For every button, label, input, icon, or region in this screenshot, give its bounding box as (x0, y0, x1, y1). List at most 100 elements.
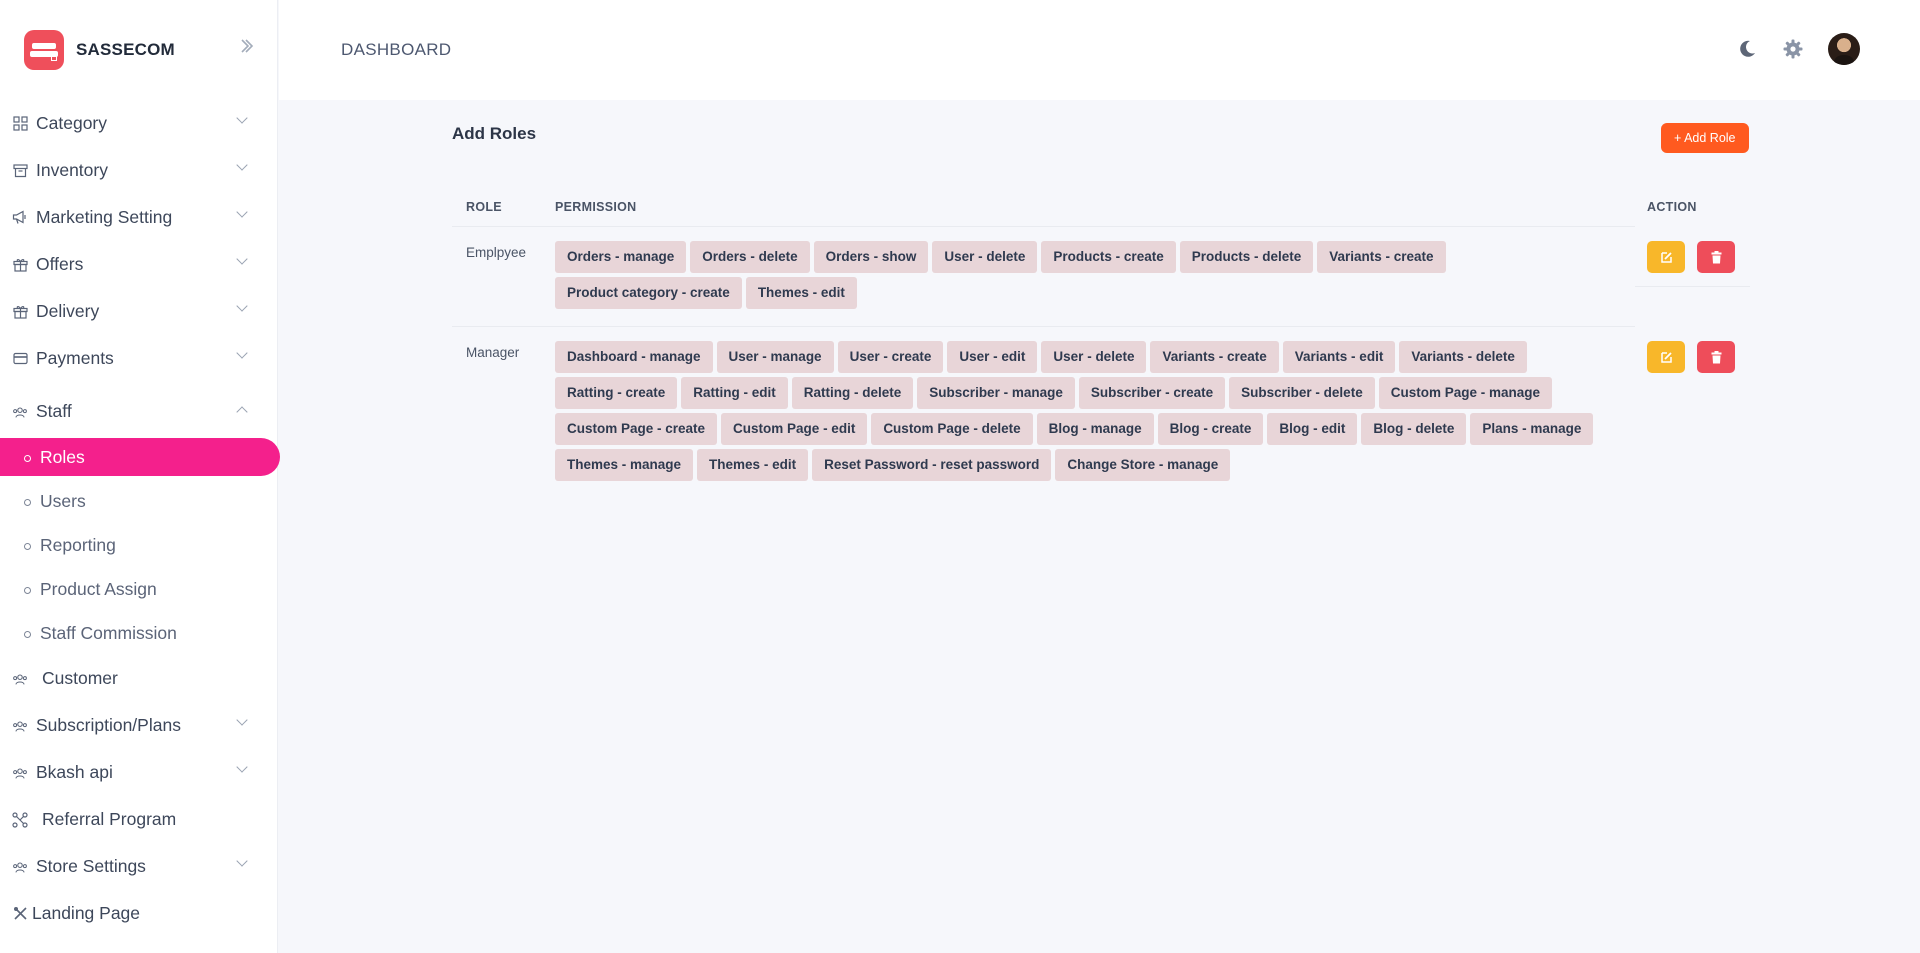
permission-chip: Products - create (1041, 241, 1176, 273)
users-icon (12, 859, 28, 875)
permission-chip: Variants - edit (1282, 341, 1396, 373)
users-icon (12, 765, 28, 781)
chevron-down-icon (236, 112, 248, 124)
delete-role-button[interactable] (1697, 241, 1735, 273)
delete-role-button[interactable] (1697, 341, 1735, 373)
gift-icon (12, 304, 28, 320)
permission-chip: Product category - create (555, 277, 742, 309)
permission-chip: User - delete (932, 241, 1038, 273)
avatar[interactable] (1828, 33, 1860, 65)
sidebar-item-customer[interactable]: Customer (0, 655, 277, 702)
brand: SASSECOM (0, 0, 277, 100)
sidebar-item-label: Store Settings (36, 856, 146, 876)
sidebar-item-label: Inventory (36, 160, 108, 180)
network-icon (12, 811, 28, 828)
sidebar-subitem-reporting[interactable]: Reporting (0, 523, 277, 567)
trash-icon (1711, 250, 1721, 263)
gift-icon (12, 257, 28, 273)
circle-icon (24, 543, 31, 550)
permission-chip: Plans - manage (1470, 413, 1594, 445)
sidebar-item-bkash-api[interactable]: Bkash api (0, 749, 277, 796)
permission-chip: Custom Page - create (555, 413, 718, 445)
sidebar-item-staff[interactable]: Staff (0, 388, 277, 435)
sidebar-subitem-label: Users (40, 490, 86, 511)
permission-chip: Orders - manage (555, 241, 687, 273)
sidebar-item-payments[interactable]: Payments (0, 335, 277, 382)
chevron-up-icon (236, 406, 248, 418)
permission-chip: Themes - edit (745, 277, 857, 309)
permission-chip: Themes - manage (555, 449, 694, 481)
permission-chip: User - edit (947, 341, 1038, 373)
sidebar-item-delivery[interactable]: Delivery (0, 288, 277, 335)
permission-chip: Variants - delete (1399, 341, 1527, 373)
chevron-down-icon (236, 714, 248, 726)
sidebar-subitem-staff-commission[interactable]: Staff Commission (0, 611, 277, 655)
tools-icon (12, 906, 28, 922)
sidebar-item-referral-program[interactable]: Referral Program (0, 796, 277, 843)
sidebar-item-label: Referral Program (42, 809, 177, 829)
permission-chip: User - delete (1041, 341, 1147, 373)
chevron-down-icon (236, 347, 248, 359)
permission-chip: User - manage (716, 341, 834, 373)
sidebar-item-label: Subscription/Plans (36, 715, 181, 735)
sidebar-item-marketing-setting[interactable]: Marketing Setting (0, 194, 277, 241)
grid-icon (12, 116, 28, 132)
sidebar: SASSECOM Category Inventory Marketing Se… (0, 0, 280, 953)
sidebar-subitem-label: Staff Commission (40, 622, 177, 643)
sidebar-item-inventory[interactable]: Inventory (0, 147, 277, 194)
column-header-role: ROLE (466, 200, 502, 214)
sidebar-subitem-product-assign[interactable]: Product Assign (0, 567, 277, 611)
sidebar-subitem-label: Roles (40, 446, 85, 467)
archive-icon (12, 163, 28, 179)
credit-card-icon (12, 351, 28, 367)
chevron-down-icon (236, 761, 248, 773)
gear-icon[interactable] (1782, 38, 1804, 65)
moon-icon[interactable] (1736, 38, 1758, 65)
brand-logo (24, 30, 64, 70)
sidebar-item-label: Delivery (36, 301, 100, 321)
column-header-action: ACTION (1647, 200, 1697, 214)
column-header-permission: PERMISSION (555, 200, 637, 214)
sidebar-item-label: Customer (42, 668, 118, 688)
permission-chip: Products - delete (1179, 241, 1314, 273)
sidebar-item-label: Landing Page (32, 903, 141, 923)
collapse-sidebar-icon[interactable] (240, 38, 254, 59)
permission-chip: Change Store - manage (1055, 449, 1231, 481)
chevron-down-icon (236, 253, 248, 265)
sidebar-item-offers[interactable]: Offers (0, 241, 277, 288)
permission-list: Dashboard - manage User - manage User - … (555, 341, 1615, 481)
sidebar-subitem-label: Reporting (40, 534, 116, 555)
trash-icon (1711, 350, 1721, 363)
page-title: DASHBOARD (341, 40, 452, 59)
sidebar-item-label: Payments (36, 348, 114, 368)
sidebar-item-landing-page[interactable]: Landing Page (0, 890, 277, 937)
role-name: Manager (466, 345, 520, 360)
edit-role-button[interactable] (1647, 341, 1685, 373)
row-actions (1647, 241, 1735, 273)
sidebar-item-label: Offers (36, 254, 84, 274)
permission-chip: Ratting - edit (681, 377, 788, 409)
table-row: Emplpyee Orders - manage Orders - delete… (452, 226, 1735, 326)
permission-chip: Dashboard - manage (555, 341, 713, 373)
chevron-down-icon (236, 159, 248, 171)
sidebar-item-store-settings[interactable]: Store Settings (0, 843, 277, 890)
edit-role-button[interactable] (1647, 241, 1685, 273)
add-role-button[interactable]: + Add Role (1661, 123, 1749, 153)
action-divider (1635, 286, 1750, 287)
permission-chip: Variants - create (1317, 241, 1446, 273)
sidebar-item-subscription-plans[interactable]: Subscription/Plans (0, 702, 277, 749)
top-header: DASHBOARD (279, 0, 1920, 100)
permission-chip: Subscriber - manage (917, 377, 1075, 409)
permission-chip: Themes - edit (697, 449, 809, 481)
sidebar-nav-lower: Customer Subscription/Plans Bkash api Re… (0, 655, 277, 937)
chevron-down-icon (236, 855, 248, 867)
permission-chip: Variants - create (1150, 341, 1279, 373)
sidebar-item-category[interactable]: Category (0, 100, 277, 147)
brand-name: SASSECOM (76, 40, 175, 59)
sidebar-subitem-users[interactable]: Users (0, 479, 277, 523)
chevron-down-icon (236, 300, 248, 312)
circle-icon (24, 455, 31, 462)
permission-chip: User - create (837, 341, 944, 373)
sidebar-subitem-roles[interactable]: Roles (0, 438, 280, 476)
circle-icon (24, 499, 31, 506)
